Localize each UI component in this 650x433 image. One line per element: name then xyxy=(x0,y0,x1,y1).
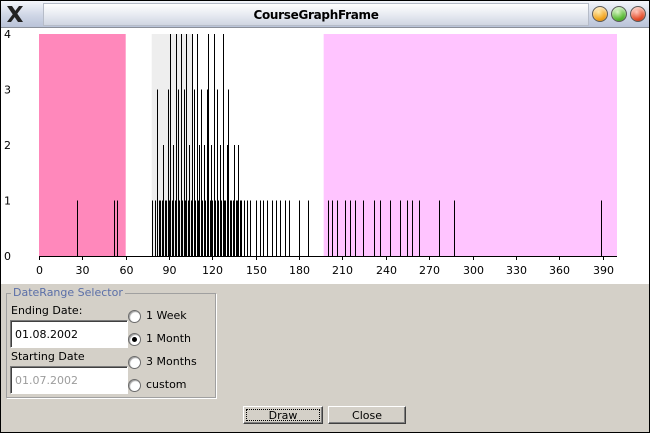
course-graph-chart: 0 1 2 3 4 0 30 60 90 120 150 180 210 240 270 300 330 360 3… xyxy=(1,28,649,284)
x-tick-label: 60 xyxy=(120,264,134,277)
y-tick-label: 0 xyxy=(4,250,11,263)
y-tick-label: 1 xyxy=(4,195,11,208)
x-tick-label: 390 xyxy=(593,264,614,277)
x-tick-label: 360 xyxy=(549,264,570,277)
close-icon[interactable] xyxy=(630,6,646,22)
close-button[interactable]: Close xyxy=(328,406,406,424)
x-tick-label: 180 xyxy=(289,264,310,277)
radio-button[interactable] xyxy=(128,379,141,392)
x-tick-label: 30 xyxy=(76,264,90,277)
chart-region-2 xyxy=(323,34,617,256)
x-logo-icon[interactable] xyxy=(4,3,26,25)
radio-label: 1 Month xyxy=(146,332,191,345)
x-tick-label: 270 xyxy=(419,264,440,277)
title-band: CourseGraphFrame xyxy=(43,3,589,26)
chart-canvas: 0 1 2 3 4 0 30 60 90 120 150 180 210 240 270 300 330 360 3… xyxy=(4,28,617,277)
x-tick-label: 120 xyxy=(202,264,223,277)
x-tick-label: 240 xyxy=(376,264,397,277)
radio-label: 1 Week xyxy=(146,309,187,322)
date-range-legend: DateRange Selector xyxy=(11,286,125,299)
radio-label: custom xyxy=(146,378,187,391)
x-tick-label: 90 xyxy=(163,264,177,277)
x-tick-label: 330 xyxy=(506,264,527,277)
x-tick-label: 210 xyxy=(332,264,353,277)
title-bar[interactable]: CourseGraphFrame xyxy=(1,1,649,28)
starting-date-input xyxy=(10,366,128,394)
y-tick-label: 2 xyxy=(4,139,11,152)
radio-button[interactable] xyxy=(128,356,141,369)
draw-button[interactable]: Draw xyxy=(243,406,323,424)
chart-region-0 xyxy=(39,34,126,256)
radio-label: 3 Months xyxy=(146,355,197,368)
y-tick-label: 3 xyxy=(4,84,11,97)
control-panel: DateRange Selector Ending Date: Starting… xyxy=(1,284,649,432)
radio-button[interactable] xyxy=(128,333,141,346)
ending-date-label: Ending Date: xyxy=(11,304,83,317)
minimize-icon[interactable] xyxy=(592,6,608,22)
ending-date-input[interactable] xyxy=(10,320,128,348)
x-tick-label: 300 xyxy=(463,264,484,277)
y-tick-label: 4 xyxy=(4,28,11,41)
course-graph-window: CourseGraphFrame 0 1 2 3 4 0 30 60 90 120 150 180 21… xyxy=(0,0,650,433)
radio-button[interactable] xyxy=(128,310,141,323)
x-tick-label: 150 xyxy=(246,264,267,277)
date-range-selector: DateRange Selector Ending Date: Starting… xyxy=(6,286,216,398)
window-title: CourseGraphFrame xyxy=(253,8,379,22)
maximize-icon[interactable] xyxy=(611,6,627,22)
x-tick-label: 0 xyxy=(36,264,43,277)
starting-date-label: Starting Date xyxy=(11,350,85,363)
